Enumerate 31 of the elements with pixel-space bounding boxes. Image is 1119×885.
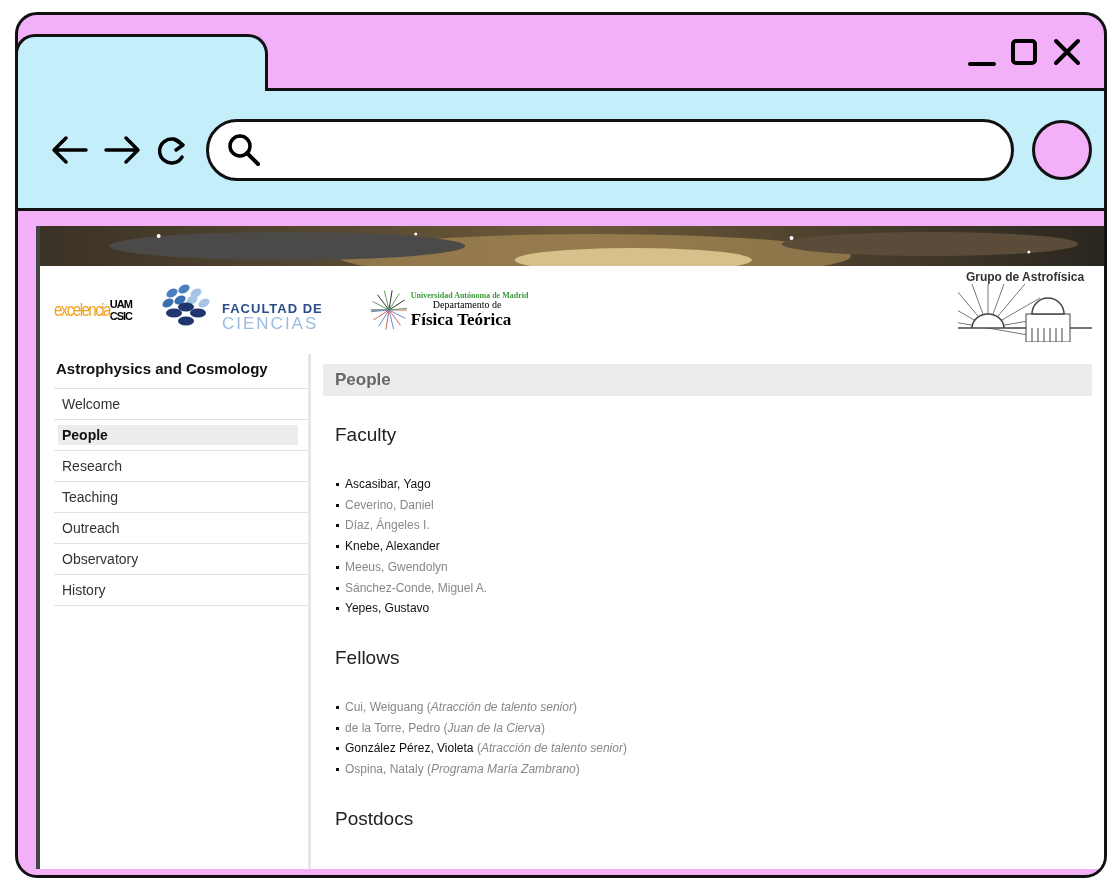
sidebar-item[interactable]: People [58, 425, 298, 445]
sidebar-item[interactable]: Welcome [58, 394, 298, 414]
sidebar-item[interactable]: History [58, 580, 298, 600]
person-entry[interactable]: Yepes, Gustavo [335, 598, 430, 619]
person-entry[interactable]: Meeus, Gwendolyn [335, 556, 448, 578]
sidebar-item[interactable]: Observatory [58, 549, 298, 569]
person-entry[interactable]: Cui, Weiguang (Atracción de talento senior) [335, 696, 577, 718]
section-heading: Postdocs [335, 807, 415, 830]
department-logo: Universidad Autónoma de Madrid Departamento de Física Teórica [368, 288, 529, 332]
person-entry[interactable]: Knebe, Alexander [335, 536, 440, 557]
person-entry[interactable]: González Pérez, Violeta (Atracción de talento senior) [335, 738, 627, 760]
browser-tab[interactable] [18, 34, 268, 91]
astrophysics-group-logo: Grupo de Astrofísica [958, 270, 1092, 342]
person-entry[interactable]: de la Torre, Pedro (Juan de la Cierva) [335, 717, 545, 739]
sidebar-item[interactable]: Teaching [58, 487, 298, 507]
person-entry[interactable]: Díaz, Ángeles I. [335, 515, 430, 537]
page-title-bar: People [323, 364, 1092, 396]
section-heading: Fellows [335, 646, 401, 669]
section-heading: Faculty [335, 424, 398, 446]
person-entry[interactable]: Ceverino, Daniel [335, 494, 434, 516]
sidebar-title: Astrophysics and Cosmology [55, 359, 269, 379]
faculty-logo: FACULTAD DE CIENCIAS [158, 283, 323, 337]
sidebar-item[interactable]: Research [58, 456, 298, 476]
sidebar-item[interactable]: Outreach [58, 518, 298, 538]
person-entry[interactable]: Sánchez-Conde, Miguel A. [335, 577, 488, 599]
maximize-icon[interactable] [1010, 37, 1038, 67]
forward-arrow-icon[interactable] [102, 134, 142, 165]
back-arrow-icon[interactable] [50, 134, 90, 165]
person-entry[interactable]: Ospina, Nataly (Programa María Zambrano) [335, 759, 580, 780]
close-icon[interactable] [1052, 37, 1082, 67]
person-entry[interactable]: Ascasibar, Yago [335, 474, 431, 495]
